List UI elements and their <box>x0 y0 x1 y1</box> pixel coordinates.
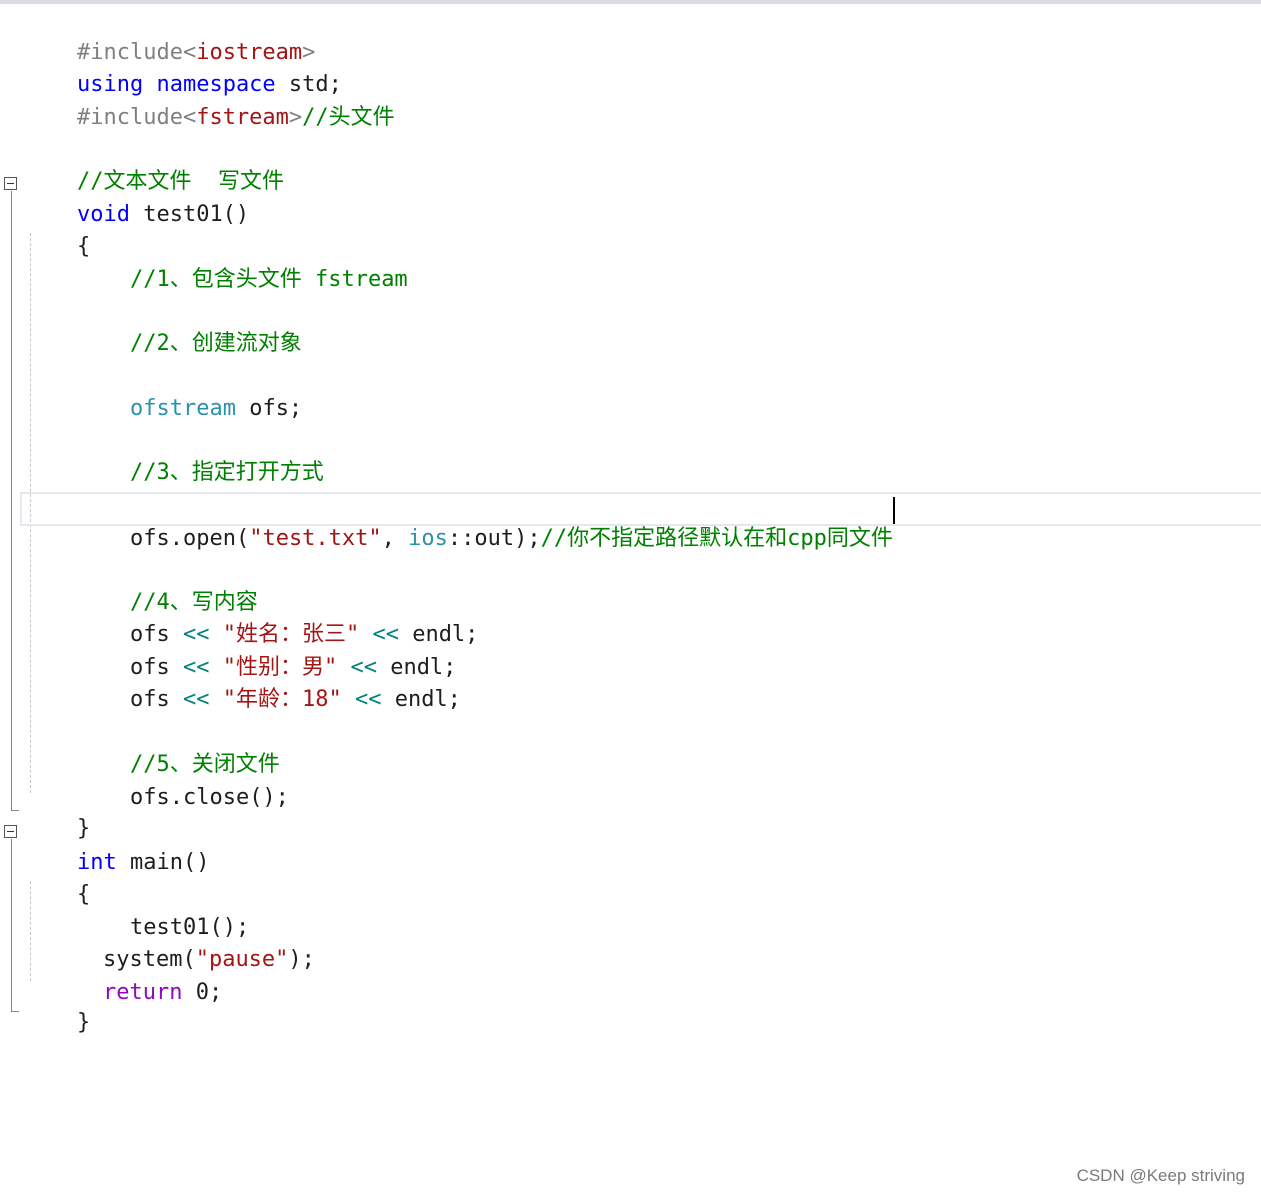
editor-top-border <box>0 0 1261 4</box>
code-line-16: ofs.open("test.txt", ios::out);//你不指定路径默… <box>77 491 893 551</box>
code-comment: //1、包含头文件 fstream <box>129 267 408 292</box>
function-signature: main() <box>116 850 210 875</box>
code-line-23: //5、关闭文件 <box>77 717 280 777</box>
code-comment: //你不指定路径默认在和cpp同文件 <box>540 526 893 551</box>
fold-end-test01 <box>11 810 19 811</box>
code-line-14: //3、指定打开方式 <box>77 425 324 485</box>
code-line-6: void test01() <box>24 167 249 227</box>
code-line-7: { <box>24 199 90 259</box>
code-line-21: ofs << "年龄：18" << endl; <box>77 652 461 712</box>
code-comment: //头文件 <box>302 105 395 130</box>
code-line-1: #include<iostream> <box>24 5 315 65</box>
code-line-29: system("pause"); <box>50 912 315 972</box>
collapse-test01-icon[interactable] <box>4 177 17 190</box>
code-line-31: } <box>24 975 90 1035</box>
code-text: ); <box>288 947 315 972</box>
code-line-25: } <box>24 781 90 841</box>
code-line-18: //4、写内容 <box>77 555 258 615</box>
watermark: CSDN @Keep striving <box>1076 1166 1245 1185</box>
keyword-return: return <box>102 980 183 1005</box>
fold-end-main <box>11 1011 19 1012</box>
code-line-28: test01(); <box>77 880 249 940</box>
string-literal: "年龄：18" <box>209 687 355 712</box>
type-name: ofstream <box>129 396 236 421</box>
code-line-19: ofs << "姓名：张三" << endl; <box>77 587 478 647</box>
code-comment: //3、指定打开方式 <box>129 460 324 485</box>
stream-operator: << <box>182 687 210 712</box>
code-line-12: ofstream ofs; <box>77 361 302 421</box>
preprocessor-directive: #include <box>76 105 183 130</box>
stream-operator: << <box>354 687 382 712</box>
string-literal: "test.txt" <box>249 526 382 551</box>
code-line-3: #include<fstream>//头文件 <box>24 70 395 130</box>
code-line-24: ofs.close(); <box>77 750 289 810</box>
type-name: ios <box>408 526 448 551</box>
code-line-8: //1、包含头文件 fstream <box>77 232 408 292</box>
code-line-2: using namespace std; <box>24 37 342 97</box>
code-line-26: int main() <box>24 815 209 875</box>
code-line-20: ofs << "性别：男" << endl; <box>77 620 456 680</box>
brace-close: } <box>76 1010 91 1035</box>
angle-open: < <box>182 105 197 130</box>
code-text: endl; <box>381 687 461 712</box>
code-text: ofs <box>129 687 183 712</box>
code-line-5: //文本文件 写文件 <box>24 134 284 194</box>
code-comment: //2、创建流对象 <box>129 331 302 356</box>
code-text: ofs.open( <box>129 526 250 551</box>
angle-close: > <box>288 105 303 130</box>
collapse-main-icon[interactable] <box>4 825 17 838</box>
text-caret <box>893 497 895 524</box>
code-text: , <box>381 526 409 551</box>
include-header: fstream <box>196 105 289 130</box>
code-text: 0; <box>182 980 223 1005</box>
code-text: ::out); <box>447 526 541 551</box>
code-editor[interactable]: #include<iostream> using namespace std; … <box>0 5 1261 1055</box>
code-line-30: return 0; <box>50 945 222 1005</box>
code-text: ofs; <box>235 396 303 421</box>
code-line-27: { <box>24 847 90 907</box>
code-text: ofs.close(); <box>129 785 289 810</box>
fold-line-main <box>11 839 12 1011</box>
fold-line-test01 <box>11 191 12 810</box>
function-signature: test01() <box>129 202 250 227</box>
code-line-10: //2、创建流对象 <box>77 296 302 356</box>
